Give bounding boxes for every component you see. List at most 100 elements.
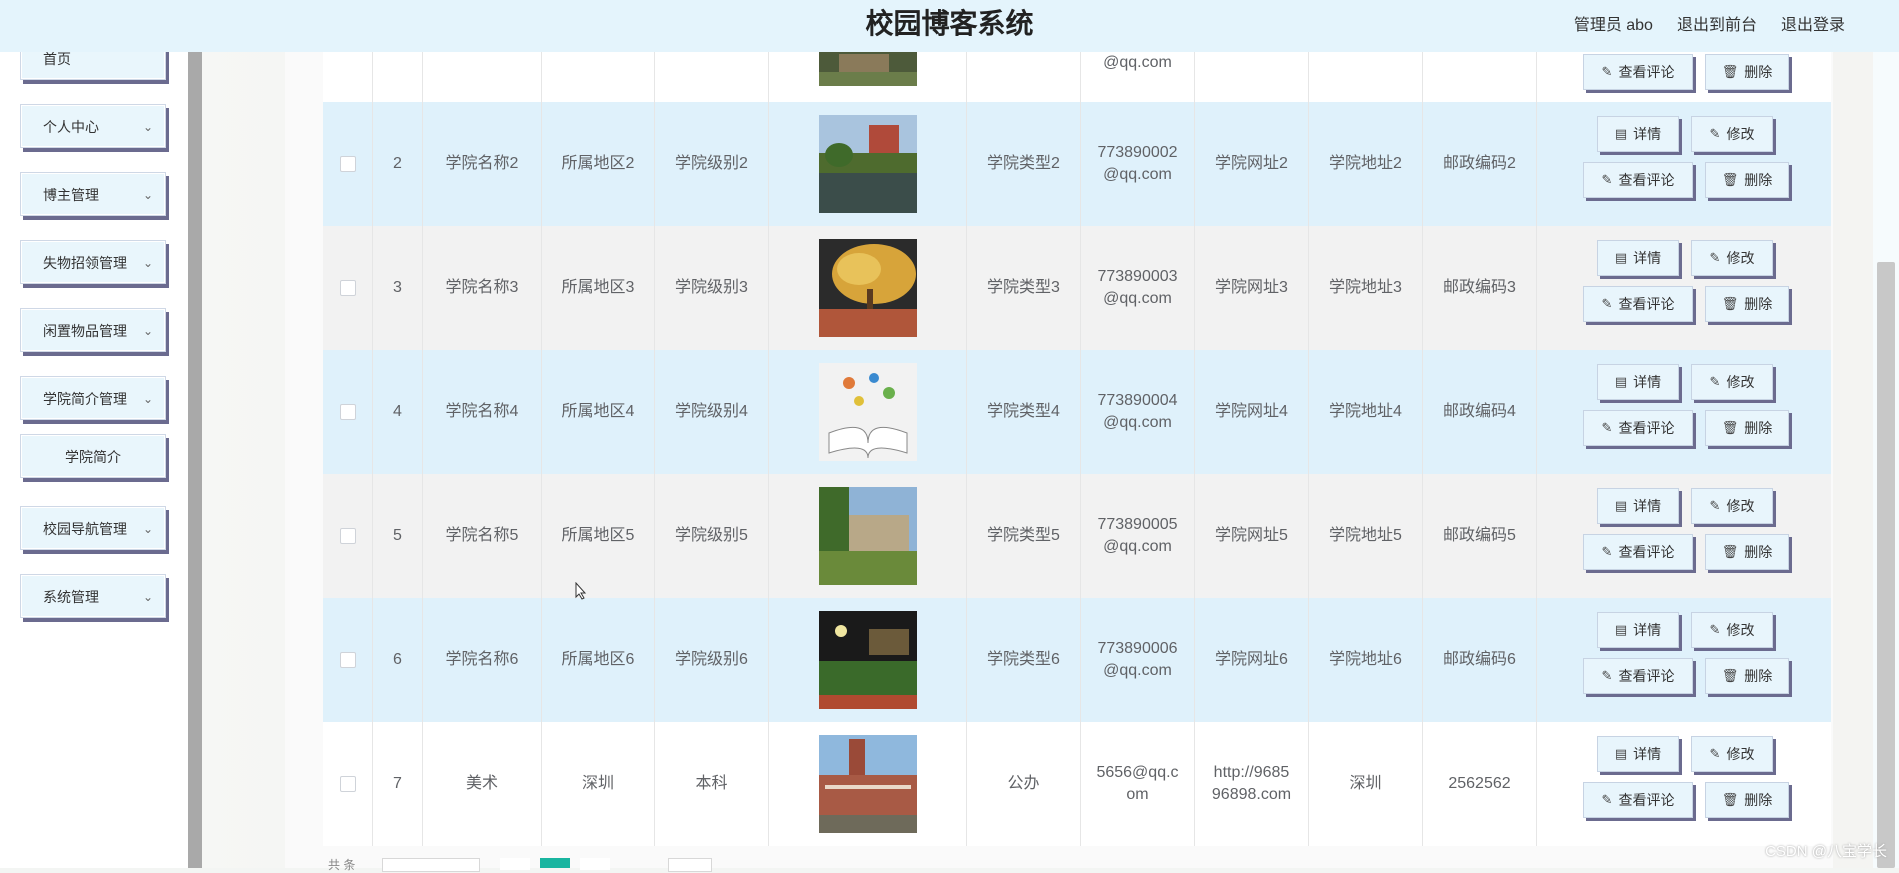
college-image [818, 115, 917, 213]
edit-button[interactable]: ✎ 修改 [1691, 488, 1773, 524]
button-label: 删除 [1744, 64, 1773, 80]
next-page-button[interactable] [580, 858, 610, 870]
edit-button[interactable]: ✎ 修改 [1691, 116, 1773, 152]
sidebar-item-label: 学院简介 [65, 449, 121, 465]
zip-cell: 邮政编码3 [1423, 226, 1537, 350]
no-cell: 5 [373, 474, 423, 598]
zip-text: 邮政编码4 [1443, 403, 1516, 420]
sidebar-subitem-college-intro[interactable]: 学院简介 [20, 434, 166, 478]
no-text: 4 [393, 403, 402, 420]
level-text: 学院级别2 [675, 155, 748, 172]
prev-page-button[interactable] [500, 858, 530, 870]
row-checkbox[interactable] [339, 280, 356, 296]
detail-button[interactable]: ▤ 详情 [1597, 116, 1679, 152]
page-scrollbar[interactable] [1873, 52, 1899, 868]
sidebar-item-label: 失物招领管理 [43, 255, 127, 271]
edit-button[interactable]: ✎ 修改 [1691, 240, 1773, 276]
button-label: 修改 [1726, 126, 1755, 142]
delete-button[interactable]: 🗑 删除 [1705, 162, 1789, 198]
addr-cell: 学院地址3 [1309, 226, 1423, 350]
button-label: 删除 [1744, 172, 1773, 188]
sidebar-item-label: 闲置物品管理 [43, 323, 127, 339]
row-checkbox[interactable] [339, 528, 356, 544]
detail-button[interactable]: ▤ 详情 [1597, 488, 1679, 524]
select-cell [323, 52, 373, 102]
edit-button[interactable]: ✎ 修改 [1691, 736, 1773, 772]
view-comments-button[interactable]: ✎ 查看评论 [1583, 782, 1693, 818]
button-label: 详情 [1633, 250, 1662, 266]
current-page-button[interactable] [540, 858, 570, 868]
delete-button[interactable]: 🗑 删除 [1705, 658, 1789, 694]
delete-button[interactable]: 🗑 删除 [1705, 782, 1789, 818]
email-line1: 773890003 [1097, 268, 1178, 285]
name-text: 美术 [465, 775, 498, 792]
level-cell: 学院级别4 [655, 350, 769, 474]
region-text: 所属地区2 [561, 155, 635, 172]
name-text: 学院名称3 [445, 279, 519, 296]
view-comments-button[interactable]: ✎ 查看评论 [1583, 410, 1693, 446]
type-text: 学院类型5 [987, 527, 1060, 544]
chevron-down-icon: ⌄ [142, 590, 153, 604]
sidebar-item-lost-found[interactable]: 失物招领管理 ⌄ [20, 240, 166, 284]
select-cell [323, 102, 373, 226]
view-comments-button[interactable]: ✎ 查看评论 [1583, 534, 1693, 570]
name-text: 学院名称6 [445, 651, 519, 668]
edit-button[interactable]: ✎ 修改 [1691, 364, 1773, 400]
view-comments-button[interactable]: ✎ 查看评论 [1583, 162, 1693, 198]
zip-cell [1423, 52, 1537, 102]
detail-button[interactable]: ▤ 详情 [1597, 612, 1679, 648]
jump-page-input[interactable] [668, 858, 712, 872]
region-cell: 所属地区4 [542, 350, 655, 474]
email-line2: @qq.com [1103, 290, 1172, 307]
email-line1: 773890006 [1097, 640, 1178, 657]
college-image [818, 611, 917, 709]
back-to-front-link[interactable]: 退出到前台 [1677, 11, 1757, 35]
table-row: 3 学院名称3 所属地区3 学院级别3 学院类型3 773890003 @qq.com 学院网… [323, 226, 1831, 350]
level-text: 学院级别5 [675, 527, 748, 544]
college-image [818, 363, 917, 461]
delete-button[interactable]: 🗑 删除 [1705, 54, 1789, 90]
detail-button[interactable]: ▤ 详情 [1597, 240, 1679, 276]
button-label: 修改 [1726, 498, 1755, 514]
sidebar-item-personal-center[interactable]: 个人中心 ⌄ [20, 104, 166, 148]
delete-button[interactable]: 🗑 删除 [1705, 286, 1789, 322]
index-cell [373, 52, 423, 102]
view-comments-button[interactable]: ✎ 查看评论 [1583, 286, 1693, 322]
sidebar-item-idle-items[interactable]: 闲置物品管理 ⌄ [20, 308, 166, 352]
region-text: 所属地区5 [561, 527, 635, 544]
view-comments-button[interactable]: ✎ 查看评论 [1583, 658, 1693, 694]
button-label: 删除 [1744, 420, 1773, 436]
sidebar-item-blogger-management[interactable]: 博主管理 ⌄ [20, 172, 166, 216]
page-size-select[interactable] [382, 858, 480, 872]
delete-button[interactable]: 🗑 删除 [1705, 534, 1789, 570]
sidebar-item-system-management[interactable]: 系统管理 ⌄ [20, 574, 166, 618]
no-text: 6 [393, 651, 402, 668]
no-cell: 4 [373, 350, 423, 474]
sidebar-item-college-intro-management[interactable]: 学院简介管理 ⌄ [20, 376, 166, 420]
edit-button[interactable]: ✎ 修改 [1691, 612, 1773, 648]
select-cell [323, 226, 373, 350]
addr-cell: 学院地址2 [1309, 102, 1423, 226]
row-checkbox[interactable] [339, 156, 356, 172]
logout-link[interactable]: 退出登录 [1781, 11, 1845, 35]
site-cell: http://9685 96898.com [1195, 722, 1309, 846]
sidebar-scrollbar[interactable] [188, 52, 202, 868]
button-label: 删除 [1744, 296, 1773, 312]
email-cell: 773890005 @qq.com [1081, 474, 1195, 598]
detail-button[interactable]: ▤ 详情 [1597, 364, 1679, 400]
scrollbar-thumb[interactable] [1877, 262, 1895, 868]
delete-button[interactable]: 🗑 删除 [1705, 410, 1789, 446]
image-cell [769, 598, 967, 722]
sidebar-item-label: 个人中心 [43, 119, 99, 135]
site-cell: 学院网址3 [1195, 226, 1309, 350]
select-cell [323, 474, 373, 598]
row-checkbox[interactable] [339, 404, 356, 420]
row-checkbox[interactable] [339, 652, 356, 668]
sidebar-item-campus-navigation[interactable]: 校园导航管理 ⌄ [20, 506, 166, 550]
view-comments-button[interactable]: ✎ 查看评论 [1583, 54, 1693, 90]
email-cell: 773890004 @qq.com [1081, 350, 1195, 474]
row-checkbox[interactable] [339, 776, 356, 792]
sidebar-item-label: 首页 [43, 51, 71, 67]
detail-button[interactable]: ▤ 详情 [1597, 736, 1679, 772]
trash-icon: 🗑 [1721, 792, 1739, 807]
